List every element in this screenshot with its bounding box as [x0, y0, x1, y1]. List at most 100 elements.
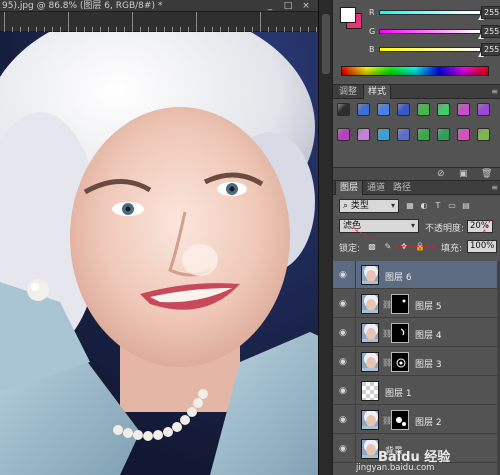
- layer-mask-thumbnail[interactable]: [391, 352, 409, 372]
- canvas-scrollbar[interactable]: [318, 0, 332, 475]
- layer-thumbnail[interactable]: [361, 381, 379, 401]
- smart-object-filter-icon[interactable]: ▤: [461, 201, 471, 211]
- red-channel-row: R 255: [369, 6, 500, 20]
- style-preset-swatch[interactable]: [457, 128, 470, 141]
- layer-thumbnail[interactable]: [361, 439, 379, 459]
- minimize-button[interactable]: _: [262, 1, 278, 11]
- blue-label: B: [369, 45, 375, 54]
- style-preset-swatch[interactable]: [397, 103, 410, 116]
- new-style-icon[interactable]: ▣: [459, 169, 468, 179]
- layer-filter-row: ⌕ 类型 ▾ ▦ ◐ T ▭ ▤: [333, 199, 500, 215]
- document-tab[interactable]: 95).jpg @ 86.8% (图层 6, RGB/8#) * _ □ ×: [0, 0, 332, 12]
- fill-field[interactable]: 100%: [467, 240, 497, 253]
- pixel-filter-icon[interactable]: ▦: [405, 201, 415, 211]
- layer-thumbnail[interactable]: [361, 352, 379, 372]
- ruler-tick: [4, 12, 5, 32]
- style-preset-swatch[interactable]: [477, 103, 490, 116]
- lock-all-icon[interactable]: 🔒: [415, 242, 425, 252]
- layer-thumbnail[interactable]: [361, 410, 379, 430]
- style-preset-swatch[interactable]: [397, 128, 410, 141]
- red-label: R: [369, 8, 375, 17]
- style-preset-swatch[interactable]: [357, 128, 370, 141]
- search-icon: ⌕: [343, 201, 351, 211]
- layer-row[interactable]: ◉ 图层 6: [333, 261, 497, 289]
- tab-channels[interactable]: 通道: [363, 181, 389, 195]
- layer-name: 图层 5: [415, 302, 442, 312]
- style-preset-swatch[interactable]: [417, 103, 430, 116]
- divider: [355, 348, 356, 376]
- layer-mask-thumbnail[interactable]: [391, 294, 409, 314]
- red-annotation-arrow: [395, 246, 435, 247]
- style-preset-swatch[interactable]: [337, 103, 350, 116]
- panel-menu-icon[interactable]: ≡: [491, 183, 498, 192]
- document-title: 95).jpg @ 86.8% (图层 6, RGB/8#) *: [2, 1, 163, 11]
- lock-image-brush-icon[interactable]: ✎: [383, 242, 393, 252]
- foreground-color-swatch[interactable]: [340, 7, 356, 23]
- style-preset-swatch[interactable]: [357, 103, 370, 116]
- divider: [355, 406, 356, 434]
- red-slider[interactable]: [379, 10, 481, 15]
- layer-row[interactable]: ◉ ⛓ 图层 4: [333, 319, 497, 347]
- layer-thumbnail[interactable]: [361, 323, 379, 343]
- style-preset-swatch[interactable]: [437, 103, 450, 116]
- panel-menu-icon[interactable]: ≡: [491, 87, 498, 96]
- right-panel-dock: R 255 G 255 B 255 调整 样式 ≡ ⊘ ▣ 🗑 图层 通道 路径…: [332, 0, 500, 475]
- divider: [355, 261, 356, 289]
- style-preset-swatch[interactable]: [377, 128, 390, 141]
- eye-visibility-icon[interactable]: ◉: [339, 270, 351, 280]
- layer-row[interactable]: ◉ ⛓ 图层 2: [333, 406, 497, 434]
- opacity-label: 不透明度:: [425, 224, 465, 234]
- layer-filter-dropdown[interactable]: ⌕ 类型 ▾: [339, 199, 399, 213]
- tab-styles[interactable]: 样式: [363, 85, 392, 99]
- layer-mask-thumbnail[interactable]: [391, 323, 409, 343]
- layer-thumbnail[interactable]: [361, 294, 379, 314]
- blue-slider[interactable]: [379, 47, 481, 52]
- layers-panel-tabs: 图层 通道 路径 ≡: [333, 181, 500, 195]
- style-preset-swatch[interactable]: [457, 103, 470, 116]
- eye-visibility-icon[interactable]: ◉: [339, 415, 351, 425]
- eye-visibility-icon[interactable]: ◉: [339, 357, 351, 367]
- eye-visibility-icon[interactable]: ◉: [339, 444, 351, 454]
- tab-adjustments[interactable]: 调整: [335, 85, 361, 99]
- layer-mask-thumbnail[interactable]: [391, 410, 409, 430]
- layer-row[interactable]: ◉ ⛓ 图层 3: [333, 348, 497, 376]
- canvas-photo-portrait[interactable]: [0, 32, 332, 475]
- filter-kind-label: 类型: [350, 201, 369, 211]
- shape-filter-icon[interactable]: ▭: [447, 201, 457, 211]
- blend-row: 滤色 ▾ 不透明度: 20%: [333, 219, 500, 235]
- blue-value-field[interactable]: 255: [481, 43, 500, 56]
- lock-position-move-icon[interactable]: ✥: [399, 242, 409, 252]
- fill-label: 填充:: [441, 244, 463, 254]
- layer-name: 图层 2: [415, 418, 442, 428]
- style-preset-swatch[interactable]: [477, 128, 490, 141]
- red-value-field[interactable]: 255: [481, 6, 500, 19]
- green-value-field[interactable]: 255: [481, 25, 500, 38]
- eye-visibility-icon[interactable]: ◉: [339, 386, 351, 396]
- style-preset-swatch[interactable]: [337, 128, 350, 141]
- ruler-tick: [260, 12, 261, 32]
- lock-transparency-icon[interactable]: ▩: [367, 242, 377, 252]
- type-filter-icon[interactable]: T: [433, 201, 443, 211]
- style-preset-swatch[interactable]: [377, 103, 390, 116]
- layer-thumbnail[interactable]: [361, 265, 379, 285]
- layer-row[interactable]: ◉ ⛓ 图层 5: [333, 290, 497, 318]
- trash-icon[interactable]: 🗑: [481, 169, 492, 179]
- adjustment-filter-icon[interactable]: ◐: [419, 201, 429, 211]
- maximize-button[interactable]: □: [280, 1, 296, 11]
- eye-visibility-icon[interactable]: ◉: [339, 328, 351, 338]
- blend-mode-dropdown[interactable]: 滤色 ▾: [339, 219, 419, 233]
- tab-paths[interactable]: 路径: [389, 181, 415, 195]
- styles-footer: ⊘ ▣ 🗑: [333, 167, 500, 181]
- close-button[interactable]: ×: [298, 1, 314, 11]
- eye-visibility-icon[interactable]: ◉: [339, 299, 351, 309]
- green-slider[interactable]: [379, 29, 481, 34]
- tab-layers[interactable]: 图层: [335, 181, 364, 195]
- style-preset-swatch[interactable]: [417, 128, 430, 141]
- blue-channel-row: B 255: [369, 43, 500, 57]
- color-spectrum-ramp[interactable]: [341, 66, 489, 76]
- scrollbar-thumb[interactable]: [322, 14, 330, 74]
- document-window: 95).jpg @ 86.8% (图层 6, RGB/8#) * _ □ ×: [0, 0, 332, 475]
- layer-row[interactable]: ◉ 图层 1: [333, 377, 497, 405]
- no-style-icon[interactable]: ⊘: [437, 169, 445, 179]
- style-preset-swatch[interactable]: [437, 128, 450, 141]
